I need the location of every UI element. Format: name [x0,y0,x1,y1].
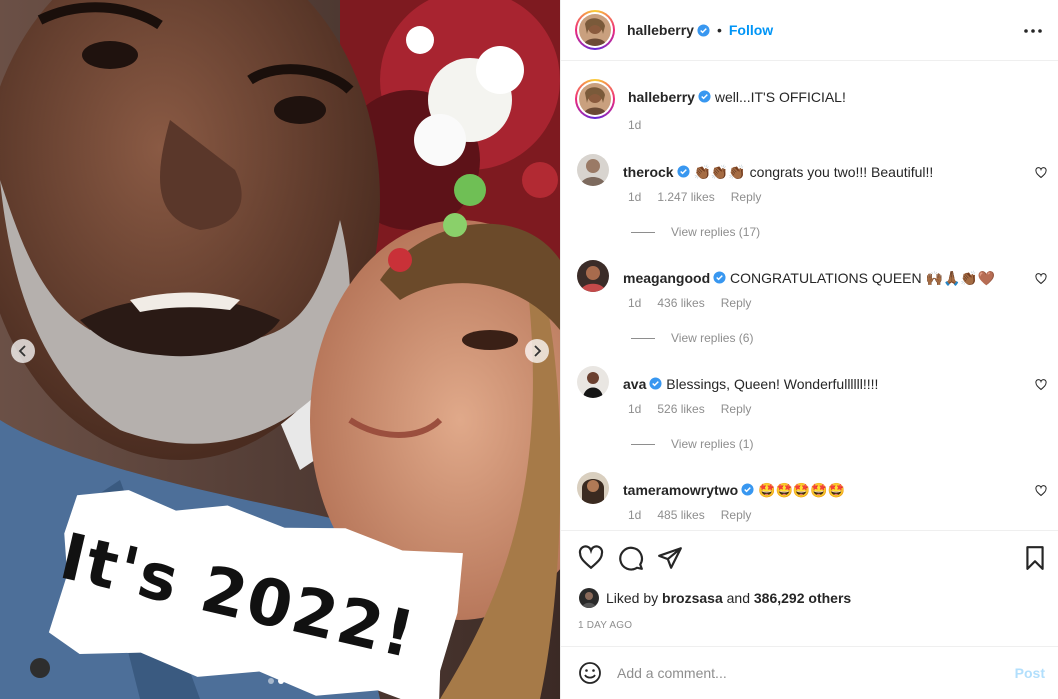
post-actions: Liked by brozsasa and 386,292 others 1 D… [561,530,1058,646]
liker-avatar[interactable] [579,588,599,608]
likes-middle: and [726,590,750,606]
chevron-left-icon [18,345,26,357]
post-comment-button[interactable]: Post [1015,665,1045,681]
heart-icon[interactable] [1035,379,1047,391]
caption-time: 1d [628,118,642,132]
caption-text: well...IT'S OFFICIAL! [714,89,846,105]
comment-likes[interactable]: 485 likes [657,508,704,522]
likes-prefix: Liked by [606,590,659,606]
heart-icon[interactable] [1035,485,1047,497]
comment-time: 1d [628,296,642,310]
heart-icon[interactable] [1035,273,1047,285]
separator-dot: • [716,22,722,38]
reply-button[interactable]: Reply [721,508,752,522]
reply-button[interactable]: Reply [721,402,752,416]
comment-meta: 1d 436 likes Reply [628,296,751,310]
comment-icon[interactable] [618,545,644,571]
post-timestamp[interactable]: 1 DAY AGO [578,620,632,631]
liker-username[interactable]: brozsasa [662,590,723,606]
likes-others[interactable]: 386,292 others [754,590,851,606]
carousel-indicator [268,678,294,684]
carousel-dot [268,678,274,684]
comment-meta: 1d 526 likes Reply [628,402,751,416]
verified-icon [741,483,754,496]
view-replies-button[interactable]: View replies (17) [631,225,760,239]
view-replies-button[interactable]: View replies (6) [631,331,753,345]
commenter-username[interactable]: meagangood [623,270,710,286]
verified-icon [698,90,711,103]
like-heart-icon[interactable] [578,545,604,571]
verified-icon [649,377,662,390]
next-slide-button[interactable] [525,339,549,363]
verified-icon [697,23,710,37]
carousel-dot-active [278,678,284,684]
caption-meta: 1d [628,118,641,132]
comment-meta: 1d 1.247 likes Reply [628,190,761,204]
comment-likes[interactable]: 526 likes [657,402,704,416]
post-side-panel: halleberry • Follow halleberry well...IT… [560,0,1058,699]
add-comment-bar: Post [561,646,1058,699]
post-header: halleberry • Follow [561,0,1058,61]
commenter-avatar[interactable] [577,260,609,292]
comment-item: tameramowrytwo 🤩🤩🤩🤩🤩 [577,472,1047,504]
comment-time: 1d [628,508,642,522]
post-media[interactable]: It's 2022! [0,0,560,699]
follow-button[interactable]: Follow [729,22,773,38]
likes-summary[interactable]: Liked by brozsasa and 386,292 others [579,588,851,608]
commenter-username[interactable]: tameramowrytwo [623,482,738,498]
commenter-avatar[interactable] [577,154,609,186]
view-replies-label: View replies (17) [671,225,761,239]
share-icon[interactable] [657,545,683,571]
commenter-username[interactable]: ava [623,376,646,392]
comment-item: meagangood CONGRATULATIONS QUEEN 🙌🏾🙏🏾👏🏾🤎 [577,260,1047,292]
carousel-dot [288,678,294,684]
commenter-avatar[interactable] [577,472,609,504]
comment-time: 1d [628,190,642,204]
chevron-right-icon [534,345,542,357]
post-caption: halleberry well...IT'S OFFICIAL! [575,79,1045,119]
comment-text: 👏🏾👏🏾👏🏾 congrats you two!!! Beautiful!! [693,164,934,180]
comment-input[interactable] [617,665,997,681]
heart-icon[interactable] [1035,167,1047,179]
comment-meta: 1d 485 likes Reply [628,508,751,522]
view-replies-button[interactable]: View replies (1) [631,437,753,451]
reply-button[interactable]: Reply [721,296,752,310]
emoji-icon[interactable] [578,661,602,685]
verified-icon [713,271,726,284]
more-icon[interactable] [1023,21,1043,41]
view-replies-label: View replies (6) [671,331,754,345]
comment-time: 1d [628,402,642,416]
comment-likes[interactable]: 1.247 likes [657,190,714,204]
comment-item: ava Blessings, Queen! Wonderfullllll!!!! [577,366,1047,398]
comments-section[interactable]: halleberry well...IT'S OFFICIAL! 1d ther… [561,62,1058,530]
comment-likes[interactable]: 436 likes [657,296,704,310]
verified-icon [677,165,690,178]
comment-text: CONGRATULATIONS QUEEN 🙌🏾🙏🏾👏🏾🤎 [730,270,996,286]
comment-item: therock 👏🏾👏🏾👏🏾 congrats you two!!! Beaut… [577,154,1047,186]
comment-text: Blessings, Queen! Wonderfullllll!!!! [666,376,879,392]
view-replies-label: View replies (1) [671,437,754,451]
author-avatar[interactable] [575,10,615,50]
reply-button[interactable]: Reply [731,190,762,204]
comment-text: 🤩🤩🤩🤩🤩 [758,482,846,498]
commenter-avatar[interactable] [577,366,609,398]
previous-slide-button[interactable] [11,339,35,363]
caption-avatar[interactable] [575,79,615,119]
caption-username[interactable]: halleberry [628,89,695,105]
commenter-username[interactable]: therock [623,164,674,180]
bookmark-icon[interactable] [1022,545,1048,571]
author-username[interactable]: halleberry [627,22,694,38]
